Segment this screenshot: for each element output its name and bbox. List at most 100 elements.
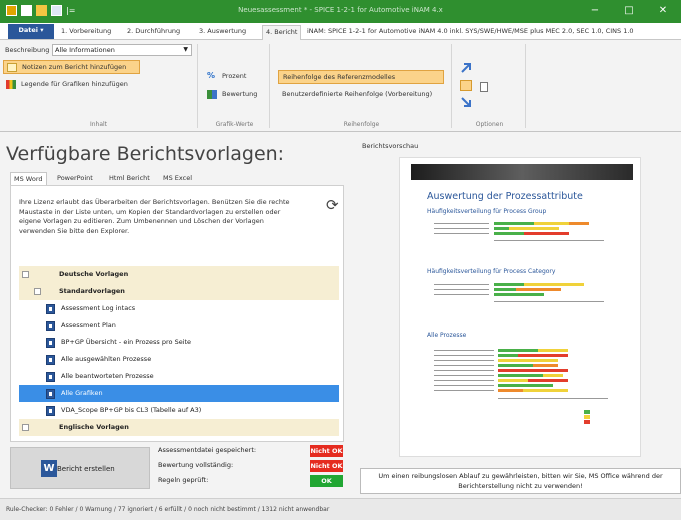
status-label-gespeichert: Assessmentdatei gespeichert: <box>158 446 257 454</box>
preview-chart-label <box>434 289 489 290</box>
report-preview-panel: Berichtsvorschau Auswertung der Prozessa… <box>352 132 681 498</box>
preview-bar <box>494 222 534 225</box>
tree-group-englisch[interactable]: Englische Vorlagen <box>19 419 339 436</box>
tree-item-label: BP+GP Übersicht - ein Prozess pro Seite <box>61 338 192 346</box>
bewertung-button[interactable]: Bewertung <box>204 88 266 102</box>
close-button[interactable]: ✕ <box>646 2 680 20</box>
office-notice: Um einen reibungslosen Ablauf zu gewährl… <box>360 468 681 494</box>
tree-group-standard[interactable]: Standardvorlagen <box>19 283 339 300</box>
preview-chart-axis <box>494 240 604 241</box>
group-label-inhalt: Inhalt <box>89 121 108 128</box>
tree-item[interactable]: BP+GP Übersicht - ein Prozess pro Seite <box>19 334 339 351</box>
preview-legend-swatch <box>584 415 590 419</box>
group-optionen: Optionen <box>454 44 526 128</box>
preview-bar <box>523 389 568 392</box>
preview-bar <box>498 374 543 377</box>
collapse-icon[interactable] <box>34 288 41 295</box>
group-label-grafik: Grafik-Werte <box>215 121 254 128</box>
word-document-icon <box>46 321 55 331</box>
notizen-button[interactable]: Notizen zum Bericht hinzufügen <box>3 60 140 74</box>
preview-chart-label <box>434 380 494 381</box>
group-label-optionen: Optionen <box>475 121 504 128</box>
maximize-button[interactable]: □ <box>612 2 646 20</box>
templates-panel: Verfügbare Berichtsvorlagen: MS Word Pow… <box>0 132 352 498</box>
page-icon[interactable] <box>480 82 488 92</box>
preview-chart-label <box>434 350 494 351</box>
preview-bar <box>494 283 524 286</box>
tab-bericht[interactable]: 4. Bericht <box>262 25 302 40</box>
preview-bar <box>498 364 533 367</box>
collapse-icon[interactable] <box>22 271 29 278</box>
tab-html-bericht[interactable]: Html Bericht <box>106 172 153 185</box>
expand-icon[interactable] <box>22 424 29 431</box>
template-tree: Deutsche Vorlagen Standardvorlagen Asses… <box>19 266 339 436</box>
preview-chart-label <box>434 233 489 234</box>
preview-bar <box>498 359 558 362</box>
tree-item-label: Alle beantworteten Prozesse <box>61 372 154 380</box>
preview-chart-axis <box>498 398 608 399</box>
tree-item-selected[interactable]: Alle Grafiken <box>19 385 339 402</box>
preview-bar <box>534 222 569 225</box>
tree-item[interactable]: Alle ausgewählten Prozesse <box>19 351 339 368</box>
tab-vorbereitung[interactable]: 1. Vorbereitung <box>58 25 114 40</box>
group-reihenfolge: Reihenfolge des Referenzmodelles Benutze… <box>272 44 452 128</box>
preview-heading-all: Alle Prozesse <box>427 332 467 339</box>
tab-powerpoint[interactable]: PowerPoint <box>54 172 96 185</box>
template-list-panel: Ihre Lizenz erlaubt das Überarbeiten der… <box>10 185 344 442</box>
beschreibung-select[interactable]: Alle Informationen ▼ <box>52 44 192 56</box>
prozent-button[interactable]: % Prozent <box>204 70 266 84</box>
license-info-text: Ihre Lizenz erlaubt das Überarbeiten der… <box>19 198 290 235</box>
bericht-erstellen-button[interactable]: W Bericht erstellen <box>10 447 150 489</box>
preview-banner-image <box>411 164 633 180</box>
tab-durchfuehrung[interactable]: 2. Durchführung <box>124 25 183 40</box>
page-title: Verfügbare Berichtsvorlagen: <box>6 143 285 165</box>
word-document-icon <box>46 372 55 382</box>
tree-item-label: Assessment Log intacs <box>61 304 136 312</box>
tree-item[interactable]: VDA_Scope BP+GP bis CL3 (Tabelle auf A3) <box>19 402 339 419</box>
tab-ms-excel[interactable]: MS Excel <box>160 172 195 185</box>
note-icon <box>7 63 17 72</box>
reihenfolge-referenzmodell-button[interactable]: Reihenfolge des Referenzmodelles <box>278 70 444 84</box>
sort-down-icon[interactable] <box>460 96 472 108</box>
tree-item-label: VDA_Scope BP+GP bis CL3 (Tabelle auf A3) <box>61 406 202 414</box>
status-label-bewertung: Bewertung vollständig: <box>158 461 234 469</box>
tree-item-label: Alle Grafiken <box>61 389 103 397</box>
preview-bar <box>498 369 568 372</box>
preview-bar <box>543 374 563 377</box>
tree-item[interactable]: Alle beantworteten Prozesse <box>19 368 339 385</box>
preview-chart-axis <box>494 301 604 302</box>
tab-ms-word[interactable]: MS Word <box>10 172 47 185</box>
preview-page[interactable]: Auswertung der Prozessattribute Häufigke… <box>399 157 641 457</box>
preview-bar <box>498 354 518 357</box>
tab-datei[interactable]: Datei ▾ <box>8 24 54 39</box>
preview-bar <box>498 384 553 387</box>
preview-bar <box>494 293 544 296</box>
reihenfolge-benutzerdefiniert-button[interactable]: Benutzerdefinierte Reihenfolge (Vorberei… <box>278 88 448 102</box>
group-inhalt: Beschreibung Alle Informationen ▼ Notize… <box>0 44 198 128</box>
group-grafik-werte: % Prozent Bewertung Grafik-Werte <box>200 44 270 128</box>
preview-label: Berichtsvorschau <box>362 142 419 150</box>
tree-group-label: Standardvorlagen <box>59 287 125 295</box>
beschreibung-value: Alle Informationen <box>55 46 115 54</box>
preview-bar <box>498 349 538 352</box>
legende-button[interactable]: Legende für Grafiken hinzufügen <box>3 78 140 92</box>
refresh-icon[interactable]: ⟳ <box>326 196 339 214</box>
tree-group-deutsch[interactable]: Deutsche Vorlagen <box>19 266 339 283</box>
preview-legend-swatch <box>584 420 590 424</box>
tab-inam-model[interactable]: iNAM: SPICE 1-2-1 for Automotive iNAM 4.… <box>304 25 681 40</box>
minimize-button[interactable]: − <box>578 2 612 20</box>
preview-bar <box>498 379 528 382</box>
beschreibung-label: Beschreibung <box>5 46 50 54</box>
sort-up-icon[interactable] <box>460 62 472 74</box>
word-icon: W <box>41 460 57 477</box>
tab-auswertung[interactable]: 3. Auswertung <box>196 25 249 40</box>
option-highlight-icon[interactable] <box>460 80 472 91</box>
preview-bar <box>494 232 524 235</box>
word-document-icon <box>46 304 55 314</box>
preview-chart-all <box>434 348 614 428</box>
tree-item[interactable]: Assessment Plan <box>19 317 339 334</box>
preview-chart-label <box>434 355 494 356</box>
tree-item[interactable]: Assessment Log intacs <box>19 300 339 317</box>
preview-bar <box>518 354 568 357</box>
preview-bar <box>494 227 509 230</box>
